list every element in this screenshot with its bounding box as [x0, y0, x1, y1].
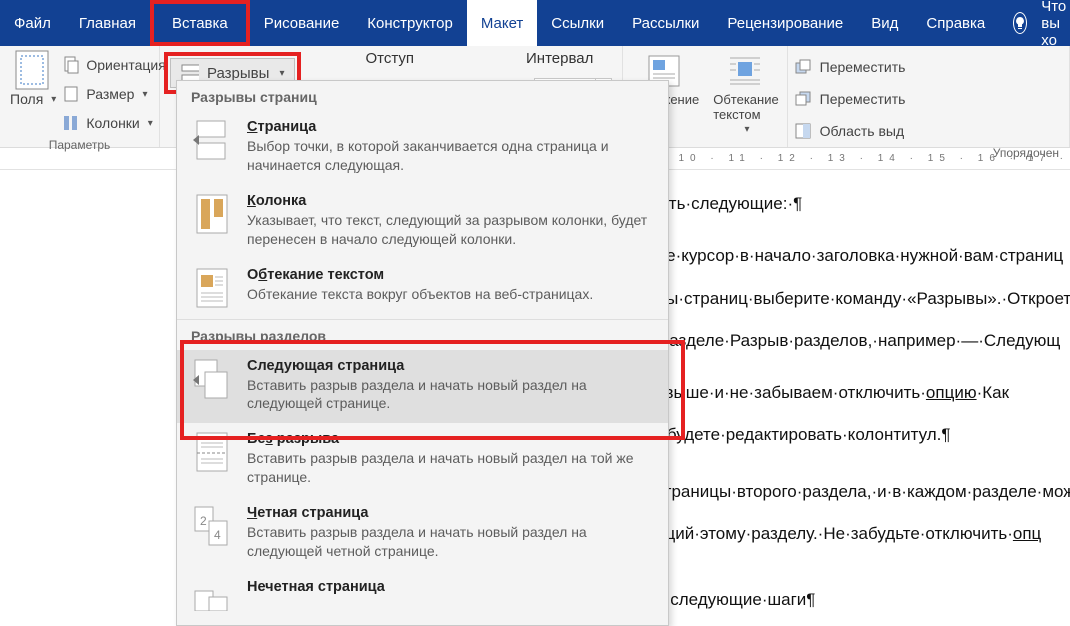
breaks-dropdown: Разрывы страниц Страница Выбор точки, в … [176, 80, 669, 626]
menu-section-sections: Разрывы разделов [177, 320, 668, 350]
margins-label: Поля [10, 91, 43, 107]
size-label: Размер [86, 86, 134, 102]
tab-references[interactable]: Ссылки [537, 0, 618, 46]
tab-mailings[interactable]: Рассылки [618, 0, 713, 46]
doc-line: но·выше·и·не·забываем·отключить·опцию·Ка… [640, 377, 1070, 409]
menu-item-even-page[interactable]: 24 Четная страница Вставить разрыв разде… [177, 497, 668, 571]
wrap-label: Обтекание текстом [713, 92, 778, 122]
svg-text:4: 4 [214, 528, 221, 542]
wrap-button[interactable]: Обтекание текстом ▾ [713, 54, 778, 135]
menu-item-desc: Выбор точки, в которой заканчивается одн… [247, 137, 654, 175]
bring-forward-icon [794, 58, 812, 76]
tab-design[interactable]: Конструктор [353, 0, 467, 46]
tab-home[interactable]: Главная [65, 0, 150, 46]
menu-item-desc: Вставить разрыв раздела и начать новый р… [247, 449, 654, 487]
menu-item-title: Обтекание текстом [247, 267, 654, 283]
chevron-down-icon: ▾ [51, 94, 56, 105]
textwrap-break-icon [191, 267, 233, 309]
tab-insert[interactable]: Вставка [150, 0, 250, 46]
menu-item-desc: Обтекание текста вокруг объектов на веб-… [247, 285, 654, 304]
svg-text:2: 2 [200, 514, 207, 528]
lightbulb-icon [1013, 12, 1027, 34]
menu-item-desc: Указывает, что текст, следующий за разры… [247, 211, 654, 249]
chevron-down-icon: ▾ [279, 68, 284, 79]
doc-line: е.·разделе·Разрыв·разделов,·например·—·С… [640, 325, 1070, 357]
tell-me-label: Что вы хо [1041, 0, 1070, 49]
page-break-icon [191, 119, 233, 161]
bring-forward-button[interactable]: Переместить [794, 54, 1059, 80]
menu-item-textwrap[interactable]: Обтекание текстом Обтекание текста вокру… [177, 259, 668, 319]
chevron-down-icon: ▾ [142, 89, 147, 100]
section-continuous-icon [191, 431, 233, 473]
columns-icon [62, 114, 80, 132]
group-page-setup: Поля▾ Ориентация▾ Размер▾ Колонки▾ Парам… [0, 46, 160, 147]
section-odd-page-icon [191, 579, 233, 621]
doc-line: ьте·следующие·шаги¶ [640, 584, 1070, 616]
size-icon [62, 85, 80, 103]
menu-item-title: Страница [247, 119, 654, 135]
chevron-down-icon: ▾ [744, 124, 749, 135]
wrap-icon [728, 54, 764, 90]
spacing-head: Интервал [526, 50, 612, 67]
bring-forward-label: Переместить [820, 59, 906, 75]
menu-item-next-page[interactable]: Следующая страница Вставить разрыв разде… [177, 350, 668, 424]
send-backward-button[interactable]: Переместить [794, 86, 1059, 112]
selection-pane-icon [794, 122, 812, 140]
tab-file[interactable]: Файл [0, 0, 65, 46]
menu-item-title: Следующая страница [247, 358, 654, 374]
margins-button[interactable]: Поля ▾ [10, 86, 56, 112]
doc-line: вы·будете·редактировать·колонтитул.¶ [640, 419, 1070, 451]
doc-line: лнить·следующие:·¶ [640, 188, 1070, 220]
selection-pane-label: Область выд [820, 123, 905, 139]
menu-item-title: Четная страница [247, 505, 654, 521]
menu-item-page[interactable]: Страница Выбор точки, в которой заканчив… [177, 111, 668, 185]
send-backward-icon [794, 90, 812, 108]
group-arrange: Переместить Переместить Область выд Упор… [788, 46, 1070, 147]
tab-review[interactable]: Рецензирование [713, 0, 857, 46]
doc-line: етры·страниц·выберите·команду·«Разрывы».… [640, 283, 1070, 315]
ribbon-tabs: Файл Главная Вставка Рисование Конструкт… [0, 0, 1070, 46]
menu-item-title: Без разрыва [247, 431, 654, 447]
menu-item-desc: Вставить разрыв раздела и начать новый р… [247, 523, 654, 561]
doc-line: й·страницы·второго·раздела,·и·в·каждом·р… [640, 476, 1070, 508]
send-backward-label: Переместить [820, 91, 906, 107]
tab-help[interactable]: Справка [912, 0, 999, 46]
group-label-page-setup: Параметрь [10, 136, 149, 152]
section-next-page-icon [191, 358, 233, 400]
tell-me[interactable]: Что вы хо [999, 0, 1070, 46]
orientation-label: Ориентация [86, 57, 165, 73]
doc-line: вите·курсор·в·начало·заголовка·нужной·ва… [640, 240, 1070, 272]
menu-item-column[interactable]: Колонка Указывает, что текст, следующий … [177, 185, 668, 259]
tab-layout[interactable]: Макет [467, 0, 537, 46]
doc-line: ующий·этому·разделу.·Не·забудьте·отключи… [640, 518, 1070, 550]
chevron-down-icon: ▾ [148, 118, 153, 129]
tab-draw[interactable]: Рисование [250, 0, 354, 46]
margins-icon [15, 50, 51, 86]
menu-item-odd-page[interactable]: Нечетная страница [177, 571, 668, 625]
indent-head: Отступ [365, 50, 414, 67]
tab-view[interactable]: Вид [857, 0, 912, 46]
column-break-icon [191, 193, 233, 235]
selection-pane-button[interactable]: Область выд [794, 118, 1059, 144]
menu-item-desc: Вставить разрыв раздела и начать новый р… [247, 376, 654, 414]
menu-item-title: Нечетная страница [247, 579, 654, 595]
menu-item-title: Колонка [247, 193, 654, 209]
columns-label: Колонки [86, 115, 139, 131]
menu-item-continuous[interactable]: Без разрыва Вставить разрыв раздела и на… [177, 423, 668, 497]
breaks-label: Разрывы [207, 65, 269, 82]
orientation-icon [62, 56, 80, 74]
menu-section-pages: Разрывы страниц [177, 81, 668, 111]
section-even-page-icon: 24 [191, 505, 233, 547]
